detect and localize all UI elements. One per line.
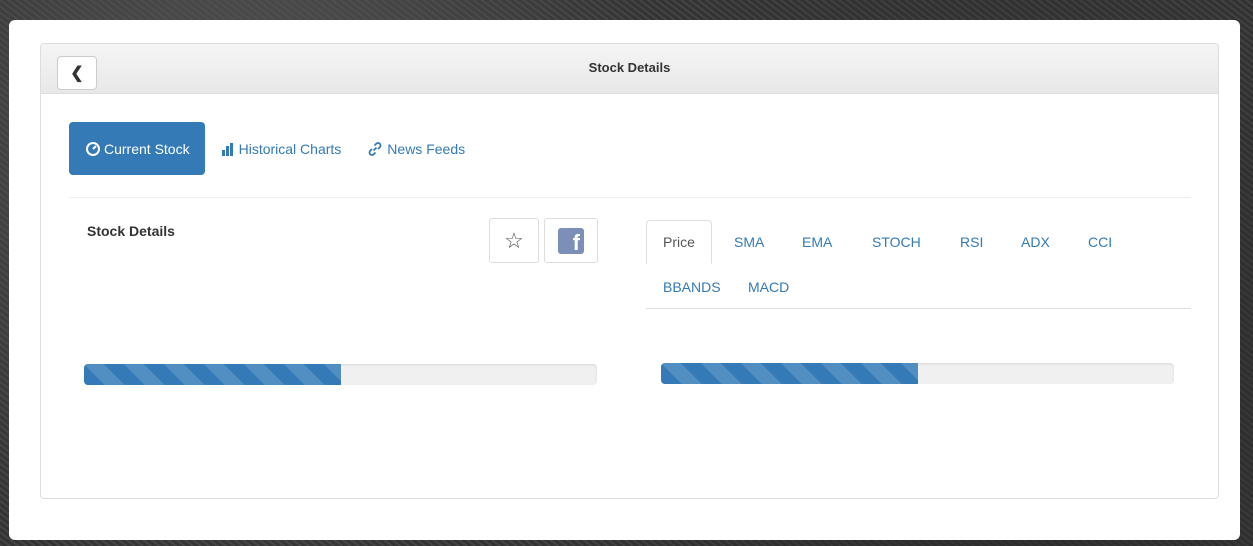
tab-rsi[interactable]: RSI bbox=[944, 220, 999, 263]
tab-cci[interactable]: CCI bbox=[1072, 220, 1128, 263]
tab-label: Current Stock bbox=[104, 140, 190, 157]
tab-label: Historical Charts bbox=[238, 140, 342, 157]
divider bbox=[69, 197, 1191, 198]
tab-current-stock[interactable]: Current Stock bbox=[69, 122, 205, 175]
tab-label: News Feeds bbox=[387, 140, 466, 157]
chart-type-tabs: Price SMA EMA STOCH RSI ADX CCI BBANDS M… bbox=[646, 220, 1191, 309]
favorite-button[interactable]: ☆ bbox=[489, 218, 539, 263]
tab-historical-charts[interactable]: Historical Charts bbox=[207, 122, 356, 175]
tab-ema[interactable]: EMA bbox=[786, 220, 848, 263]
dashboard-icon bbox=[86, 141, 100, 156]
page-title: Stock Details bbox=[588, 60, 671, 75]
progress-fill bbox=[661, 363, 918, 384]
progress-fill bbox=[84, 364, 341, 385]
tab-price[interactable]: Price bbox=[646, 220, 712, 264]
tab-adx[interactable]: ADX bbox=[1005, 220, 1066, 263]
chart-loading-bar bbox=[661, 363, 1174, 384]
tab-bbands[interactable]: BBANDS bbox=[647, 265, 737, 308]
panel-heading: ❮ Stock Details bbox=[41, 44, 1218, 94]
section-nav: Current Stock Historical Charts News Fee… bbox=[69, 122, 479, 175]
tab-stoch[interactable]: STOCH bbox=[856, 220, 937, 263]
tab-macd[interactable]: MACD bbox=[732, 265, 805, 308]
stock-details-loading-bar bbox=[84, 364, 597, 385]
link-icon bbox=[368, 141, 382, 156]
tab-news-feeds[interactable]: News Feeds bbox=[353, 122, 479, 175]
stock-details-heading: Stock Details bbox=[87, 223, 175, 239]
star-outline-icon: ☆ bbox=[504, 227, 524, 253]
facebook-share-button[interactable]: f bbox=[544, 218, 598, 263]
tab-sma[interactable]: SMA bbox=[718, 220, 780, 263]
facebook-icon: f bbox=[558, 227, 584, 254]
bar-chart-icon bbox=[221, 142, 233, 156]
